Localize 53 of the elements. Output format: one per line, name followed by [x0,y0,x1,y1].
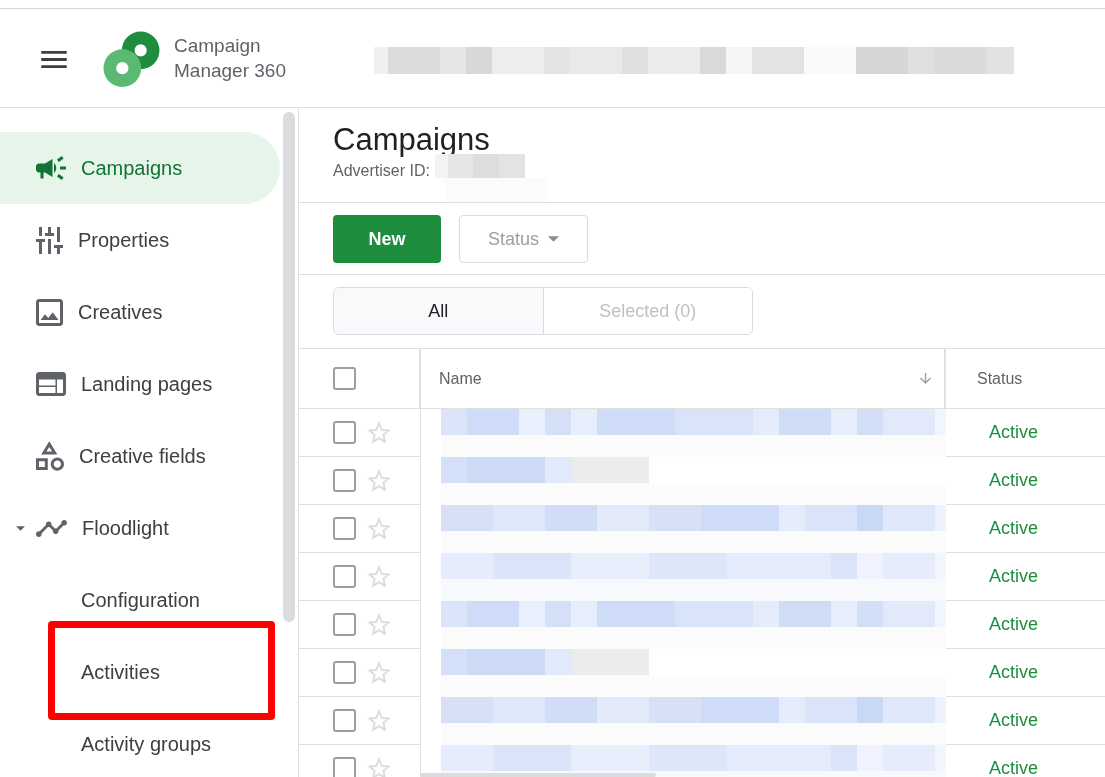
primary-button[interactable]: New [333,215,441,263]
nav-item[interactable]: Properties [0,204,280,276]
nav-item[interactable]: Activities [0,636,280,708]
star-icon[interactable] [367,709,391,732]
megaphone-icon [36,156,66,180]
caret-icon [548,236,559,242]
app-name: Campaign Manager 360 [174,34,287,83]
status-text: Active [989,566,1039,587]
sliders-icon [36,226,63,254]
image-icon [36,298,63,326]
logo-icon [103,30,160,87]
page-title: Campaigns [333,122,491,158]
column-header[interactable]: Name [439,369,482,388]
star-icon[interactable] [367,517,391,540]
nav-item[interactable]: Configuration [0,564,280,636]
nav-item[interactable]: Creative fields [0,420,280,492]
status-text: Active [989,518,1039,539]
star-icon[interactable] [367,421,391,444]
menu-icon[interactable] [40,50,68,68]
page-layout-icon [36,372,66,396]
checkbox[interactable] [333,517,356,540]
nav-item[interactable]: Activity groups [0,708,280,777]
column-header[interactable]: Status [977,369,1023,388]
scrollbar-thumb[interactable] [283,112,295,622]
status-text: Active [989,614,1039,635]
checkbox[interactable] [333,709,356,732]
checkbox[interactable] [333,661,356,684]
star-icon[interactable] [367,757,391,777]
line-chart-icon [36,519,67,537]
shapes-icon [36,441,64,471]
nav-item[interactable]: Campaigns [0,132,280,204]
status-text: Active [989,758,1039,777]
caret-icon[interactable] [16,525,25,531]
star-icon[interactable] [367,613,391,636]
star-icon[interactable] [367,469,391,492]
status-text: Active [989,470,1039,491]
checkbox[interactable] [333,367,356,390]
view-tab[interactable]: All [334,288,543,334]
nav-item[interactable]: Landing pages [0,348,280,420]
status-text: Active [989,422,1039,443]
checkbox[interactable] [333,757,356,777]
nav-item[interactable]: Floodlight [0,492,280,564]
sort-arrow-icon[interactable] [920,373,931,384]
checkbox[interactable] [333,613,356,636]
star-icon[interactable] [367,661,391,684]
advertiser-id-label: Advertiser ID: [333,161,430,181]
status-text: Active [989,662,1039,683]
checkbox[interactable] [333,565,356,588]
checkbox[interactable] [333,421,356,444]
nav-item[interactable]: Creatives [0,276,280,348]
star-icon[interactable] [367,565,391,588]
checkbox[interactable] [333,469,356,492]
status-text: Active [989,710,1039,731]
